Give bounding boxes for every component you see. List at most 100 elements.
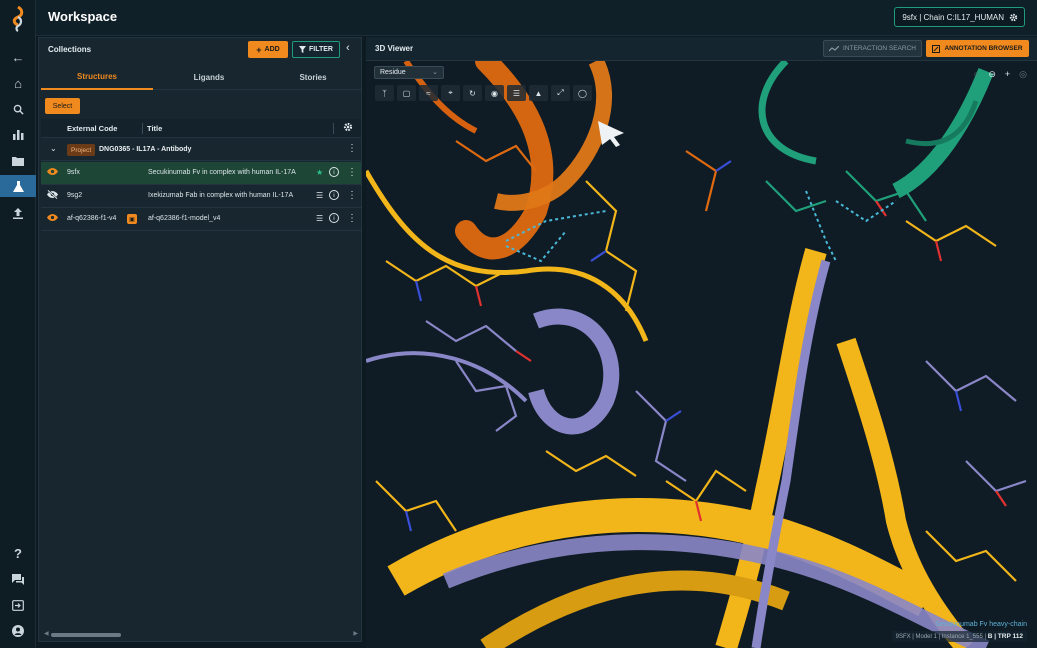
column-title[interactable]: Title bbox=[147, 124, 162, 133]
rotate-icon[interactable]: ↻ bbox=[463, 85, 482, 101]
table-row[interactable]: 9sfx Secukinumab Fv in complex with huma… bbox=[41, 162, 361, 185]
page-title: Workspace bbox=[48, 9, 118, 24]
view-controls: ○ ⊖ + ◎ bbox=[974, 69, 1027, 80]
bookmark-icon[interactable]: ▲ bbox=[529, 85, 548, 101]
project-badge: Project bbox=[67, 144, 96, 156]
annotation-icon bbox=[932, 44, 941, 53]
table-row[interactable]: af-q62386-f1-v4 ▣ af-q62386-f1-model_v4 … bbox=[41, 208, 361, 231]
hover-chain-name: Secukinumab Fv heavy-chain bbox=[935, 621, 1027, 628]
residue-mode-select[interactable]: Residue ⌄ bbox=[374, 66, 444, 79]
home-icon[interactable]: ⌂ bbox=[6, 72, 30, 94]
chevron-down-icon: ⌄ bbox=[432, 69, 438, 76]
hover-residue-meta: 9SFX | Model 1 | Instance 1_555 | B | TR… bbox=[891, 631, 1027, 642]
back-arrow-icon[interactable]: ← bbox=[6, 46, 30, 68]
trend-icon bbox=[829, 45, 840, 51]
viewer-header: 3D Viewer INTERACTION SEARCH ANNOTATION … bbox=[366, 37, 1037, 61]
table-row[interactable]: 9sg2 Ixekizumab Fab in complex with huma… bbox=[41, 185, 361, 208]
row-code: 9sg2 bbox=[67, 192, 83, 199]
annotation-browser-label: ANNOTATION BROWSER bbox=[944, 45, 1023, 52]
view-dot-icon[interactable]: ○ bbox=[974, 69, 979, 80]
select-button[interactable]: Select bbox=[45, 98, 80, 114]
plus-icon: + bbox=[256, 44, 262, 55]
zoom-in-icon[interactable]: + bbox=[1005, 69, 1010, 80]
hover-info: Secukinumab Fv heavy-chain 9SFX | Model … bbox=[891, 621, 1027, 642]
row-code: 9sfx bbox=[67, 169, 80, 176]
star-icon[interactable]: ★ bbox=[316, 168, 323, 177]
info-icon[interactable]: i bbox=[329, 213, 339, 223]
add-button[interactable]: + ADD bbox=[248, 41, 288, 58]
info-icon[interactable]: i bbox=[329, 190, 339, 200]
filter-button-label: FILTER bbox=[309, 46, 333, 53]
table-settings-gear-icon[interactable] bbox=[343, 122, 353, 132]
layers-icon[interactable]: ☰ bbox=[316, 191, 323, 200]
app-header: Workspace 9sfx | Chain C:IL17_HUMAN bbox=[36, 0, 1037, 36]
eye-off-icon[interactable] bbox=[47, 190, 58, 199]
scroll-left-icon[interactable]: ◀ bbox=[44, 630, 49, 637]
filter-icon bbox=[299, 46, 306, 53]
row-title: Ixekizumab Fab in complex with human IL-… bbox=[148, 192, 294, 199]
chat-icon[interactable] bbox=[6, 568, 30, 590]
chevron-down-icon[interactable]: ⌄ bbox=[50, 144, 57, 153]
scrollbar-thumb[interactable] bbox=[51, 633, 121, 637]
reset-view-icon[interactable]: ◎ bbox=[1019, 69, 1027, 80]
folder-icon[interactable] bbox=[6, 150, 30, 172]
tab-ligands[interactable]: Ligands bbox=[153, 65, 265, 90]
cube-icon[interactable]: ▢ bbox=[397, 85, 416, 101]
app-logo-icon bbox=[12, 6, 24, 32]
zoom-out-icon[interactable]: ⊖ bbox=[988, 69, 996, 80]
viewer-panel: 3D Viewer INTERACTION SEARCH ANNOTATION … bbox=[366, 37, 1037, 648]
more-vertical-icon[interactable]: ⋮ bbox=[347, 190, 357, 201]
molecule-icon[interactable]: ⌖ bbox=[441, 85, 460, 101]
branch-icon[interactable]: ᛉ bbox=[375, 85, 394, 101]
fullscreen-icon[interactable]: ⤢ bbox=[551, 85, 570, 101]
chain-selector-label: 9sfx | Chain C:IL17_HUMAN bbox=[902, 12, 1004, 22]
table-header: External Code Title bbox=[41, 119, 361, 138]
filter-button[interactable]: FILTER bbox=[292, 41, 340, 58]
upload-icon[interactable] bbox=[6, 202, 30, 224]
gear-icon bbox=[1009, 13, 1018, 21]
scroll-right-icon[interactable]: ▶ bbox=[353, 630, 358, 637]
hover-meta-prefix: 9SFX | Model 1 | Instance 1_555 | bbox=[895, 634, 987, 640]
column-external-code[interactable]: External Code bbox=[67, 124, 117, 133]
collapse-panel-icon[interactable]: ‹ bbox=[346, 42, 350, 54]
project-name: DNG0365 - IL17A - Antibody bbox=[99, 146, 192, 153]
column-divider[interactable] bbox=[142, 123, 143, 134]
row-title: Secukinumab Fv in complex with human IL-… bbox=[148, 169, 296, 176]
collections-header: Collections + ADD FILTER ‹ bbox=[39, 38, 361, 62]
user-icon[interactable] bbox=[6, 620, 30, 642]
collections-panel: Collections + ADD FILTER ‹ Structures Li… bbox=[38, 37, 362, 642]
more-vertical-icon[interactable]: ⋮ bbox=[347, 213, 357, 224]
ribbon-icon[interactable]: ≈ bbox=[419, 85, 438, 101]
viewer-toolbar: ᛉ ▢ ≈ ⌖ ↻ ◉ ☰ ▲ ⤢ ◯ bbox=[375, 85, 592, 101]
column-divider[interactable] bbox=[333, 123, 334, 134]
residue-mode-value: Residue bbox=[380, 69, 406, 76]
lightbulb-icon[interactable]: ◯ bbox=[573, 85, 592, 101]
layers-icon[interactable]: ☰ bbox=[316, 214, 323, 223]
row-title: af-q62386-f1-model_v4 bbox=[148, 215, 221, 222]
eye-icon[interactable] bbox=[47, 167, 58, 176]
collections-title: Collections bbox=[48, 45, 92, 54]
viewer-title: 3D Viewer bbox=[375, 44, 414, 53]
hover-residue: B | TRP 112 bbox=[987, 633, 1023, 640]
target-icon[interactable]: ◉ bbox=[485, 85, 504, 101]
project-group-row[interactable]: ⌄ Project DNG0365 - IL17A - Antibody ⋮ bbox=[41, 139, 361, 161]
more-vertical-icon[interactable]: ⋮ bbox=[347, 167, 357, 178]
molecular-3d-canvas[interactable] bbox=[366, 61, 1037, 648]
row-code: af-q62386-f1-v4 bbox=[67, 215, 117, 222]
interaction-search-button[interactable]: INTERACTION SEARCH bbox=[823, 40, 922, 57]
bar-chart-icon[interactable] bbox=[6, 124, 30, 146]
more-vertical-icon[interactable]: ⋮ bbox=[347, 143, 357, 154]
tab-structures[interactable]: Structures bbox=[41, 65, 153, 90]
eye-icon[interactable] bbox=[47, 213, 58, 222]
chain-selector[interactable]: 9sfx | Chain C:IL17_HUMAN bbox=[894, 7, 1025, 27]
help-icon[interactable]: ? bbox=[6, 542, 30, 564]
tab-stories[interactable]: Stories bbox=[265, 65, 361, 90]
flask-icon[interactable] bbox=[0, 175, 36, 197]
logout-icon[interactable] bbox=[6, 594, 30, 616]
annotation-browser-button[interactable]: ANNOTATION BROWSER bbox=[926, 40, 1029, 57]
info-icon[interactable]: i bbox=[329, 167, 339, 177]
horizontal-scrollbar[interactable]: ◀ ▶ bbox=[41, 630, 361, 638]
interaction-search-label: INTERACTION SEARCH bbox=[843, 45, 916, 52]
search-icon[interactable] bbox=[6, 98, 30, 120]
sliders-icon[interactable]: ☰ bbox=[507, 85, 526, 101]
